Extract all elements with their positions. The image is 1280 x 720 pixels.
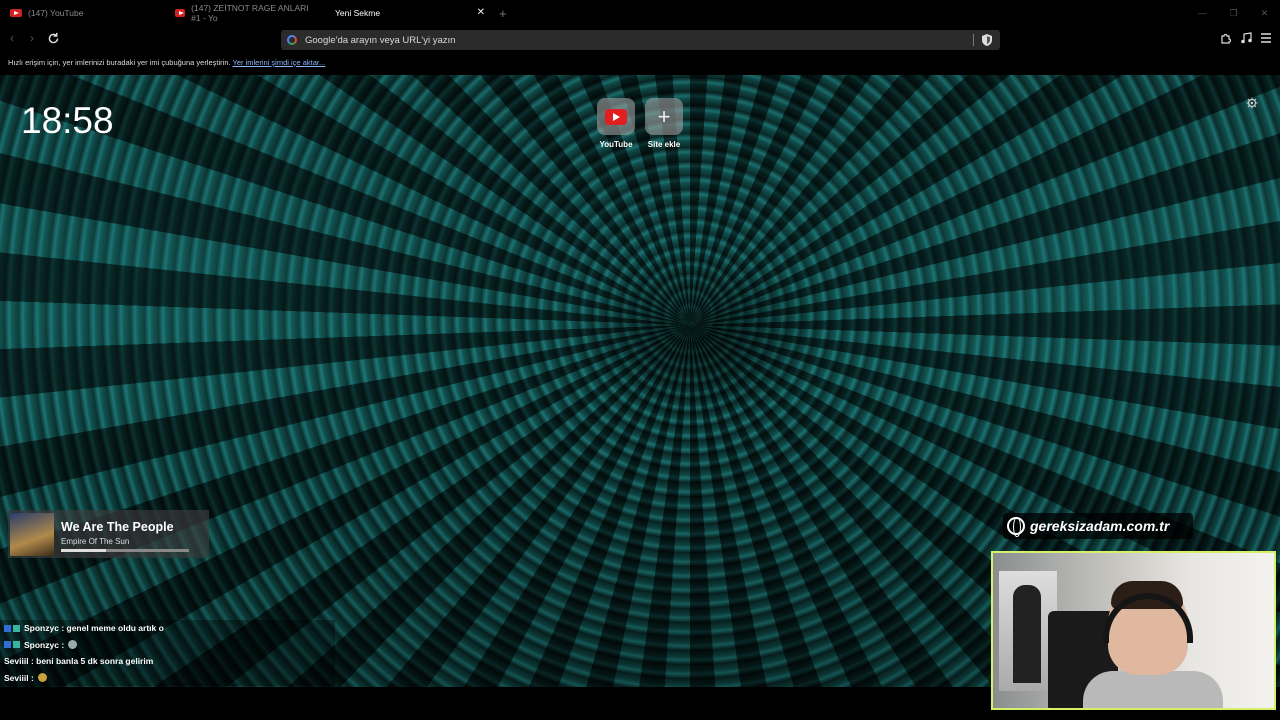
chat-user: Seviiil: [4, 672, 29, 683]
youtube-icon: [605, 108, 627, 125]
forward-button[interactable]: ›: [30, 31, 34, 45]
chat-user: Sponzyc: [24, 639, 59, 650]
youtube-icon: [175, 9, 186, 17]
globe-icon: [1007, 517, 1025, 537]
maximize-button[interactable]: ❐: [1218, 0, 1249, 26]
shortcut-youtube[interactable]: YouTube: [597, 98, 635, 149]
webcam-overlay: [991, 551, 1276, 710]
chat-message: Sponzyc :: [0, 636, 335, 653]
song-artist: Empire Of The Sun: [61, 537, 130, 546]
chat-message: Seviiil :: [0, 669, 335, 686]
chat-text: beni banla 5 dk sonra gelirim: [36, 656, 154, 667]
extensions-icon[interactable]: [1220, 32, 1232, 44]
site-url: gereksizadam.com.tr: [1030, 518, 1170, 534]
menu-icon[interactable]: [1260, 32, 1272, 44]
toolbar-actions: [1220, 32, 1272, 44]
media-icon[interactable]: [1240, 32, 1252, 44]
song-progress: [61, 549, 189, 552]
youtube-icon: [10, 9, 22, 17]
close-window-button[interactable]: ✕: [1249, 0, 1280, 26]
reload-icon[interactable]: [47, 32, 60, 45]
shortcuts: YouTube + Site ekle: [597, 98, 683, 149]
now-playing-widget: We Are The People Empire Of The Sun: [8, 510, 209, 558]
plus-icon: +: [657, 103, 671, 129]
minimize-button[interactable]: —: [1187, 0, 1218, 26]
shield-icon[interactable]: [982, 34, 992, 46]
streamer-shirt: [1083, 671, 1223, 708]
chat-message: Sponzyc : genel meme oldu artık o: [0, 620, 335, 637]
badge-icon: [13, 624, 20, 632]
badge-icon: [4, 641, 11, 649]
tab-title: Yeni Sekme: [335, 8, 381, 18]
gear-icon[interactable]: [1246, 97, 1258, 109]
shortcut-tile[interactable]: [597, 98, 635, 135]
emote-icon: [68, 640, 78, 650]
tab-new-tab[interactable]: Yeni Sekme ✕: [325, 0, 495, 26]
tab-zeitnot[interactable]: (147) ZEİTNOT RAGE ANLARI #1 - Yo: [165, 0, 325, 26]
clock: 18:58: [21, 100, 114, 141]
emote-icon: [37, 673, 47, 683]
song-progress-fill: [61, 549, 106, 552]
tab-title: (147) YouTube: [28, 8, 84, 18]
song-title: We Are The People: [61, 520, 174, 534]
bookmark-hint: Hızlı erişim için, yer imlerinizi burada…: [8, 58, 231, 67]
album-art: [10, 513, 54, 556]
shortcut-label: Site ekle: [647, 140, 681, 149]
close-icon[interactable]: ✕: [477, 7, 485, 18]
tab-title: (147) ZEİTNOT RAGE ANLARI #1 - Yo: [191, 3, 309, 23]
toolbar: ‹ › Google'da arayın veya URL'yi yazın: [0, 26, 1280, 54]
window-controls: — ❐ ✕: [1187, 0, 1280, 26]
divider: [973, 34, 974, 46]
shortcut-label: YouTube: [599, 140, 633, 149]
badge-icon: [13, 641, 20, 649]
bookmark-bar: Hızlı erişim için, yer imlerinizi burada…: [0, 54, 1280, 74]
chat-text: genel meme oldu artık o: [66, 623, 164, 634]
chat-message: Seviiil : beni banla 5 dk sonra gelirim: [0, 653, 335, 670]
site-badge: gereksizadam.com.tr: [1003, 513, 1193, 539]
shortcut-tile[interactable]: +: [645, 98, 683, 135]
import-bookmarks-link[interactable]: Yer imlerini şimdi içe aktar...: [233, 58, 326, 67]
tab-youtube[interactable]: (147) YouTube: [0, 0, 165, 26]
new-tab-button[interactable]: +: [499, 6, 507, 21]
address-bar[interactable]: Google'da arayın veya URL'yi yazın: [281, 30, 1000, 50]
chat-user: Sponzyc: [24, 623, 59, 634]
shortcut-add-site[interactable]: + Site ekle: [645, 98, 683, 149]
google-icon: [287, 35, 297, 45]
title-bar: (147) YouTube (147) ZEİTNOT RAGE ANLARI …: [0, 0, 1280, 26]
chat-user: Seviiil: [4, 656, 29, 667]
address-placeholder: Google'da arayın veya URL'yi yazın: [305, 34, 456, 46]
chat-overlay: Sponzyc : genel meme oldu artık o Sponzy…: [0, 620, 335, 686]
back-button[interactable]: ‹: [10, 31, 14, 45]
badge-icon: [4, 624, 11, 632]
